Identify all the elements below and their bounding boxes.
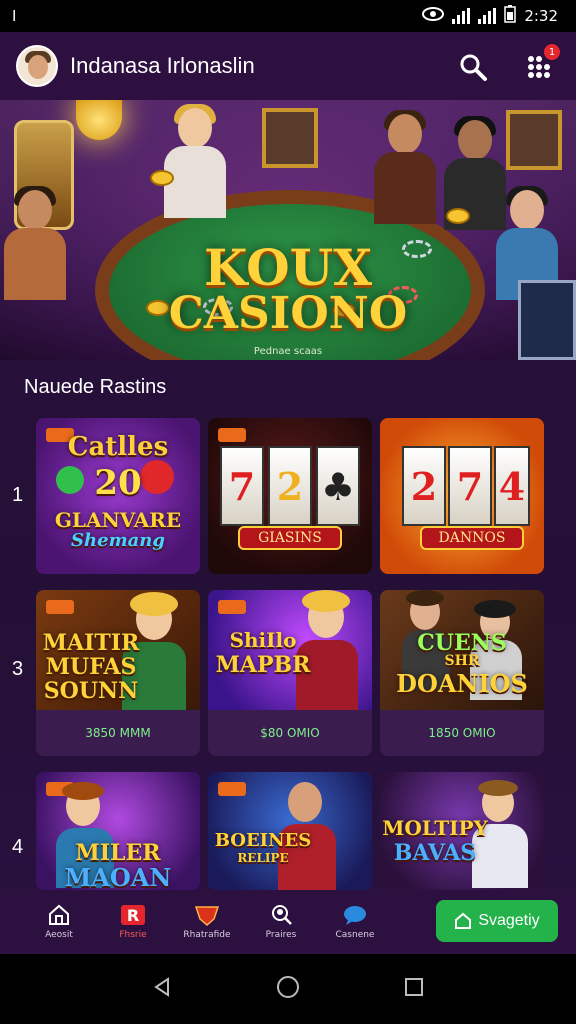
wall-frame-illustration — [262, 108, 318, 168]
nav-item-chat[interactable]: Casnene — [318, 904, 392, 940]
cell-signal-icon — [478, 8, 497, 24]
bottom-nav: Aeosit R Fhsrie Rhatrafide Praires Casne… — [0, 890, 576, 954]
nav-label: Praires — [265, 930, 297, 940]
avatar[interactable] — [16, 45, 58, 87]
wifi-signal-icon — [452, 8, 471, 24]
game-title: MUFAS — [45, 654, 137, 680]
app-header: Indanasa Irlonaslin 1 — [0, 32, 576, 100]
row-number: 1 — [12, 484, 24, 506]
nav-label: Rhatrafide — [183, 930, 231, 940]
section-title: Nauede Rastins — [24, 376, 167, 398]
slot-reel: ♣ — [316, 446, 360, 526]
register-button[interactable]: Svagetiy — [436, 900, 558, 942]
battery-icon — [504, 5, 517, 27]
game-card[interactable]: Catlles 20 GLANVARE Shemang — [36, 418, 200, 574]
game-card[interactable]: 7 2 ♣ GIASINS — [208, 418, 372, 574]
game-title: MAPBR — [215, 652, 311, 678]
nav-label: Aeosit — [45, 930, 73, 940]
game-title: RELIPE — [237, 851, 289, 865]
game-title: MAITIR — [42, 630, 140, 656]
game-title: GLANVARE — [54, 508, 182, 532]
game-title: Catlles — [67, 432, 169, 462]
game-caption: 3850 MMM — [85, 726, 151, 740]
game-title: BAVAS — [393, 840, 477, 866]
game-card[interactable]: MILER MAOAN — [36, 772, 200, 890]
nav-item-profiles[interactable]: Praires — [244, 904, 318, 940]
back-button[interactable] — [151, 976, 173, 1002]
nav-item-favorites[interactable]: R Fhsrie — [96, 904, 170, 940]
shield-icon — [194, 906, 220, 926]
game-title: Shemang — [71, 530, 165, 551]
header-title: Indanasa Irlonaslin — [70, 53, 255, 78]
game-title: MILER — [75, 840, 161, 866]
game-title: BOEINES — [214, 830, 312, 851]
game-title: CUENS — [417, 630, 507, 656]
svg-text:R: R — [127, 906, 139, 925]
row-number: 4 — [12, 836, 24, 858]
home-icon — [49, 904, 69, 925]
nav-label: Fhsrie — [119, 930, 147, 940]
slot-reel: 7 — [220, 446, 264, 526]
game-card[interactable]: CUENS SHR DOANIOS 1850 OMIO — [380, 590, 544, 756]
home-nav-button[interactable] — [275, 974, 301, 1004]
game-title: MAOAN — [64, 863, 172, 890]
menu-button[interactable]: 1 — [522, 44, 560, 84]
row-number: 3 — [12, 658, 24, 680]
game-card[interactable]: 2 7 4 DANNOS — [380, 418, 544, 574]
game-title: DOANIOS — [396, 669, 528, 698]
game-caption: 1850 OMIO — [428, 726, 496, 740]
status-bar: I 2:32 — [0, 0, 576, 32]
slot-banner: GIASINS — [238, 526, 342, 550]
status-indicator: I — [12, 7, 17, 25]
slot-reel: 2 — [402, 446, 446, 526]
game-card[interactable]: BOEINES RELIPE — [208, 772, 372, 890]
game-card[interactable]: ShiIlo MAPBR $80 OMIO — [208, 590, 372, 756]
search-icon — [460, 54, 487, 81]
circle-home-icon — [277, 976, 299, 998]
register-button-label: Svagetiy — [478, 912, 540, 929]
game-title: ShiIlo — [229, 628, 297, 652]
hero-subtitle: Pednae scaas — [253, 346, 323, 357]
r-logo-icon: R — [121, 905, 145, 925]
slot-reel: 7 — [448, 446, 492, 526]
square-recents-icon — [405, 978, 423, 996]
nav-label: Casnene — [335, 930, 375, 940]
slot-banner: DANNOS — [420, 526, 524, 550]
game-title: 20 — [94, 463, 142, 503]
player-illustration — [370, 110, 440, 224]
casino-app: Indanasa Irlonaslin 1 KOUX CASIONO Pedna… — [0, 32, 576, 954]
game-title: SOUNN — [43, 678, 139, 704]
slot-reel: 4 — [494, 446, 530, 526]
search-person-icon — [272, 905, 292, 925]
wall-frame-illustration — [506, 110, 562, 170]
game-card[interactable]: MOLTIPY BAVAS — [380, 772, 544, 890]
eye-icon — [422, 7, 445, 25]
home-icon — [455, 912, 472, 929]
casino-logo-line2: CASIONO — [168, 288, 408, 339]
back-icon — [154, 977, 169, 997]
system-nav-bar — [0, 954, 576, 1024]
search-button[interactable] — [456, 50, 490, 84]
game-title: SHR — [444, 653, 480, 669]
slot-reel: 2 — [268, 446, 312, 526]
recents-button[interactable] — [403, 976, 425, 1002]
status-time: 2:32 — [524, 7, 558, 25]
hero-banner[interactable]: KOUX CASIONO Pednae scaas — [0, 100, 576, 360]
nav-item-matches[interactable]: Rhatrafide — [170, 904, 244, 940]
game-card[interactable]: MAITIR MUFAS SOUNN 3850 MMM — [36, 590, 200, 756]
dealer-illustration — [160, 104, 230, 218]
chat-icon — [344, 906, 366, 925]
nav-item-home[interactable]: Aeosit — [22, 904, 96, 940]
game-title: MOLTIPY — [382, 816, 488, 840]
game-caption: $80 OMIO — [260, 726, 320, 740]
status-icons: 2:32 — [422, 5, 558, 27]
notification-badge: 1 — [544, 44, 560, 60]
